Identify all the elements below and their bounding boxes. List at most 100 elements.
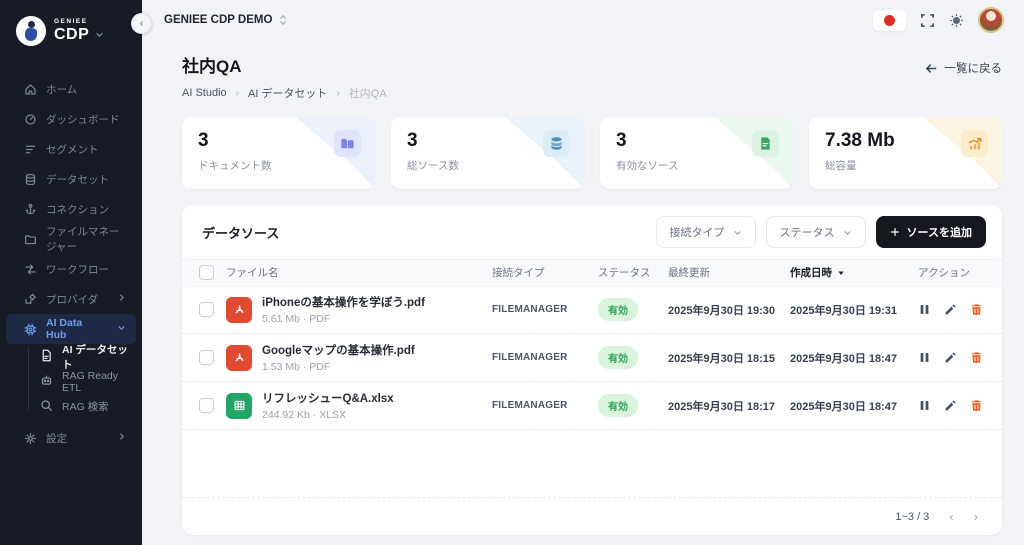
- workspace-selector[interactable]: GENIEE CDP DEMO: [164, 14, 288, 26]
- sidebar-item-provider[interactable]: プロバイダ: [6, 284, 136, 314]
- connection-type-filter[interactable]: 接続タイプ: [656, 216, 756, 248]
- xlsx-file-icon: [226, 393, 252, 419]
- sidebar-item-dashboard[interactable]: ダッシュボード: [6, 104, 136, 134]
- page-content: 社内QA 一覧に戻る AI Studio › AI データセット › 社内QA …: [142, 40, 1024, 545]
- brand-name-main: CDP: [54, 27, 89, 43]
- sidebar-item-connection[interactable]: コネクション: [6, 194, 136, 224]
- theme-toggle-button[interactable]: [949, 13, 964, 28]
- select-all-checkbox[interactable]: [199, 265, 214, 280]
- arrow-left-icon: [925, 63, 938, 74]
- sidebar-subitem-label: AI データセット: [62, 342, 136, 372]
- sidebar-subitem-robot[interactable]: RAG Ready ETL: [28, 369, 136, 394]
- breadcrumb-separator: ›: [336, 88, 339, 99]
- sidebar-item-label: プロバイダ: [46, 292, 98, 307]
- workflow-icon: [23, 262, 37, 276]
- back-to-list-button[interactable]: 一覧に戻る: [925, 60, 1003, 76]
- sidebar-item-label: ファイルマネージャー: [46, 224, 127, 254]
- edit-button[interactable]: [944, 303, 957, 316]
- column-header[interactable]: アクション: [918, 265, 1002, 280]
- prev-page-button[interactable]: ‹: [949, 510, 953, 523]
- pagination: 1~3 / 3 ‹ ›: [182, 497, 1002, 535]
- sidebar-item-chip[interactable]: AI Data Hub: [6, 314, 136, 344]
- sidebar-item-workflow[interactable]: ワークフロー: [6, 254, 136, 284]
- column-header[interactable]: 接続タイプ: [492, 265, 598, 280]
- main-area: GENIEE CDP DEMO 社内QA 一覧に戻る AI Studio › A: [142, 0, 1024, 545]
- sidebar-subitem-file-ai[interactable]: AI データセット: [28, 344, 136, 369]
- file-meta: 244.92 Kb · XLSX: [262, 409, 394, 421]
- sidebar-item-folder[interactable]: ファイルマネージャー: [6, 224, 136, 254]
- sidebar-item-label: セグメント: [46, 142, 99, 157]
- file-name: リフレッシューQ&A.xlsx: [262, 390, 394, 406]
- brand-logo[interactable]: GENIEE CDP: [0, 0, 142, 64]
- chip-icon: [23, 322, 37, 336]
- sidebar-item-label: ダッシュボード: [46, 112, 120, 127]
- chevron-down-icon: [733, 228, 742, 237]
- sidebar-item-home[interactable]: ホーム: [6, 74, 136, 104]
- sidebar-subitem-label: RAG Ready ETL: [62, 370, 136, 394]
- chevron-right-icon: [117, 432, 126, 444]
- search-ai-icon: [40, 399, 53, 415]
- folder-icon: [23, 232, 37, 246]
- topbar: GENIEE CDP DEMO: [142, 0, 1024, 40]
- delete-button[interactable]: [970, 399, 983, 412]
- table-row[interactable]: iPhoneの基本操作を学ぼう.pdf 5.61 Mb · PDF FILEMA…: [182, 286, 1002, 334]
- file-meta: 1.53 Mb · PDF: [262, 361, 415, 373]
- table-row[interactable]: リフレッシューQ&A.xlsx 244.92 Kb · XLSX FILEMAN…: [182, 382, 1002, 430]
- sort-desc-icon: [837, 269, 845, 277]
- fullscreen-button[interactable]: [920, 13, 935, 28]
- connection-type: FILEMANAGER: [492, 352, 598, 363]
- sidebar-subitem-search-ai[interactable]: RAG 検索: [28, 394, 136, 419]
- provider-icon: [23, 292, 37, 306]
- pencil-icon: [944, 351, 957, 364]
- status-filter[interactable]: ステータス: [766, 216, 866, 248]
- breadcrumb-item[interactable]: AI Studio: [182, 87, 227, 99]
- sidebar-item-label: 設定: [46, 431, 67, 446]
- row-checkbox[interactable]: [199, 398, 214, 413]
- edit-button[interactable]: [944, 351, 957, 364]
- folder-zip-icon: [334, 130, 361, 157]
- breadcrumb-item[interactable]: AI データセット: [248, 85, 327, 101]
- chevron-down-icon: [95, 27, 104, 43]
- stat-label: ドキュメント数: [198, 158, 359, 173]
- table-body: iPhoneの基本操作を学ぼう.pdf 5.61 Mb · PDF FILEMA…: [182, 286, 1002, 430]
- sidebar-item-label: データセット: [46, 172, 109, 187]
- brand-name-top: GENIEE: [54, 19, 104, 26]
- file-ai-icon: [40, 349, 53, 365]
- sidebar-item-label: ワークフロー: [46, 262, 109, 277]
- row-checkbox[interactable]: [199, 302, 214, 317]
- sidebar-item-settings[interactable]: 設定: [6, 423, 136, 453]
- language-toggle[interactable]: [873, 10, 906, 31]
- database-icon: [543, 130, 570, 157]
- delete-button[interactable]: [970, 351, 983, 364]
- column-header[interactable]: ステータス: [598, 265, 668, 280]
- table-empty-space: [182, 430, 1002, 497]
- workspace-name: GENIEE CDP DEMO: [164, 14, 272, 26]
- breadcrumb: AI Studio › AI データセット › 社内QA: [182, 85, 1002, 101]
- edit-button[interactable]: [944, 399, 957, 412]
- sidebar-collapse-button[interactable]: ‹: [131, 13, 152, 34]
- dashboard-icon: [23, 112, 37, 126]
- row-checkbox[interactable]: [199, 350, 214, 365]
- user-avatar[interactable]: [978, 7, 1004, 33]
- column-header[interactable]: 最終更新: [668, 265, 790, 280]
- connection-icon: [23, 202, 37, 216]
- next-page-button[interactable]: ›: [974, 510, 978, 523]
- column-header[interactable]: 作成日時: [790, 265, 918, 280]
- pause-button[interactable]: [918, 303, 931, 316]
- pause-button[interactable]: [918, 399, 931, 412]
- file-meta: 5.61 Mb · PDF: [262, 313, 425, 325]
- chevron-down-icon: [843, 228, 852, 237]
- breadcrumb-current: 社内QA: [349, 85, 387, 101]
- add-source-button[interactable]: ソースを追加: [876, 216, 986, 248]
- column-header[interactable]: ファイル名: [226, 265, 492, 280]
- sidebar-item-dataset[interactable]: データセット: [6, 164, 136, 194]
- stat-card: 3総ソース数: [391, 117, 584, 189]
- table-row[interactable]: Googleマップの基本操作.pdf 1.53 Mb · PDF FILEMAN…: [182, 334, 1002, 382]
- sidebar-item-segment[interactable]: セグメント: [6, 134, 136, 164]
- trash-icon: [970, 399, 983, 412]
- pause-button[interactable]: [918, 351, 931, 364]
- delete-button[interactable]: [970, 303, 983, 316]
- sidebar-item-label: ホーム: [46, 82, 77, 97]
- stat-label: 総容量: [825, 158, 986, 173]
- chevron-down-icon: [117, 323, 126, 335]
